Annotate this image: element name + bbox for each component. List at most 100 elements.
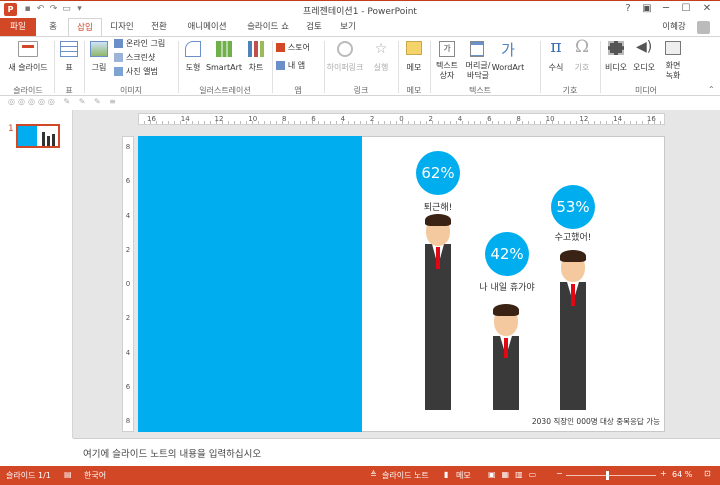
thumbnail-bar — [42, 132, 45, 146]
screenshot-button[interactable]: 스크린샷 — [114, 53, 176, 65]
user-name[interactable]: 이혜강 — [656, 18, 692, 36]
online-picture-button[interactable]: 온라인 그림 — [114, 39, 176, 51]
table-label: 표 — [65, 63, 73, 72]
header-footer-button[interactable]: 머리글/ 바닥글 — [462, 41, 494, 81]
ruler-tick-label: 2 — [428, 115, 433, 123]
tab-insert[interactable]: 삽입 — [68, 18, 102, 36]
smartart-button[interactable]: SmartArt — [206, 41, 242, 81]
ruler-tick-label: 4 — [340, 115, 346, 123]
notes-pane[interactable]: 여기에 슬라이드 노트의 내용을 입력하십시오 — [73, 438, 720, 465]
tie — [571, 284, 575, 306]
notes-placeholder[interactable]: 여기에 슬라이드 노트의 내용을 입력하십시오 — [83, 446, 261, 460]
hyperlink-button[interactable]: 하이퍼링크 — [326, 41, 364, 81]
ruler-tick-label: 4 — [457, 115, 463, 123]
close-icon[interactable]: ✕ — [697, 2, 717, 16]
group-symbols-label: 기호 — [562, 86, 578, 95]
percent-bubble-3[interactable]: 53% — [551, 185, 595, 229]
equation-button[interactable]: π 수식 — [544, 37, 568, 81]
tab-design[interactable]: 디자인 — [104, 18, 140, 36]
ruler-tick-label: 8 — [125, 143, 131, 151]
table-button[interactable]: 표 — [58, 41, 80, 81]
video-button[interactable]: 비디오 — [602, 41, 630, 81]
group-illustrations-label: 일러스트레이션 — [199, 86, 251, 95]
fit-to-window-icon[interactable]: ⊡ — [704, 469, 711, 478]
ruler-tick-label: 16 — [147, 115, 156, 123]
tab-slideshow[interactable]: 슬라이드 쇼 — [240, 18, 296, 36]
zoom-slider[interactable] — [566, 475, 656, 476]
star-icon: ☆ — [374, 41, 388, 57]
help-icon[interactable]: ? — [618, 2, 638, 16]
ribbon-tabs: 파일 홈 삽입 디자인 전환 애니메이션 슬라이드 쇼 검토 보기 이혜강 — [0, 18, 720, 36]
caption-1[interactable]: 퇴근해! — [398, 200, 478, 213]
shapes-label: 도형 — [185, 63, 201, 72]
notes-icon[interactable]: ≜ — [370, 470, 377, 479]
new-slide-button[interactable]: 새 슬라이드 — [6, 41, 50, 81]
ruler-tick-label: 16 — [646, 115, 656, 123]
ruler-tick-label: 4 — [125, 211, 131, 220]
smartart-icon — [216, 41, 232, 57]
tab-review[interactable]: 검토 — [300, 18, 328, 36]
ruler-tick-label: 2 — [125, 245, 131, 254]
shapes-button[interactable]: 도형 — [182, 41, 204, 81]
symbol-button[interactable]: Ω 기호 — [570, 37, 594, 81]
my-apps-button[interactable]: 내 앱 — [276, 61, 320, 73]
spellcheck-icon[interactable]: ▤ — [64, 470, 72, 479]
zoom-level[interactable]: 64 % — [672, 470, 692, 479]
separator — [178, 41, 179, 93]
wordart-button[interactable]: 가 WordArt — [492, 41, 524, 81]
ruler-tick-label: 0 — [399, 115, 404, 123]
comments-icon[interactable]: ▮ — [444, 470, 448, 479]
photo-album-icon — [114, 67, 123, 76]
tab-file[interactable]: 파일 — [0, 18, 36, 36]
store-button[interactable]: 스토어 — [276, 43, 320, 55]
comment-button[interactable]: 메모 — [402, 41, 426, 81]
screenshot-label: 스크린샷 — [125, 53, 156, 62]
textbox-icon: 가 — [439, 41, 455, 57]
screen-recording-button[interactable]: 화면 녹화 — [660, 41, 686, 85]
slide-counter[interactable]: 슬라이드 1/1 — [6, 470, 51, 481]
slide-blue-panel[interactable] — [138, 136, 362, 432]
horizontal-ruler: 16 14 12 10 8 6 4 2 0 2 4 6 8 10 12 14 16 — [138, 113, 665, 125]
person-figure-2[interactable] — [487, 294, 527, 410]
caption-2[interactable]: 나 내일 휴가야 — [470, 280, 544, 293]
slide-footnote[interactable]: 2030 직장인 000명 대상 중복응답 가능 — [500, 416, 660, 427]
zoom-in-icon[interactable]: + — [660, 469, 667, 478]
tab-view[interactable]: 보기 — [334, 18, 362, 36]
group-links-label: 링크 — [353, 86, 369, 95]
comment-label: 메모 — [406, 63, 422, 72]
person-figure-1[interactable] — [418, 214, 458, 410]
ruler-tick-label: 2 — [125, 314, 131, 323]
avatar[interactable] — [697, 21, 710, 34]
caption-3[interactable]: 수고했어! — [535, 230, 611, 243]
chart-button[interactable]: 차트 — [244, 41, 268, 81]
comments-toggle[interactable]: 메모 — [456, 470, 471, 481]
photo-album-label: 사진 앨범 — [125, 67, 158, 76]
ruler-tick-label: 0 — [125, 280, 131, 288]
format-painter-icons[interactable]: ◎◎◎◎◎ ✎ ✎ ✎ ≡ — [8, 97, 119, 106]
group-apps-label: 앱 — [294, 86, 302, 95]
tab-animations[interactable]: 애니메이션 — [180, 18, 234, 36]
picture-button[interactable]: 그림 — [88, 41, 110, 81]
person-figure-3[interactable] — [554, 246, 594, 410]
language-indicator[interactable]: 한국어 — [84, 470, 106, 481]
view-buttons[interactable]: ▣▦▥▭ — [488, 470, 542, 479]
photo-album-button[interactable]: 사진 앨범 — [114, 67, 176, 79]
zoom-out-icon[interactable]: − — [556, 469, 563, 478]
tab-home[interactable]: 홈 — [40, 18, 66, 36]
new-slide-label: 새 슬라이드 — [8, 63, 48, 72]
percent-bubble-1[interactable]: 62% — [416, 151, 460, 195]
collapse-ribbon-icon[interactable]: ⌃ — [708, 85, 715, 94]
notes-toggle[interactable]: 슬라이드 노트 — [382, 470, 429, 481]
ribbon-display-icon[interactable]: ▣ — [637, 2, 657, 16]
action-button[interactable]: ☆ 실행 — [366, 41, 396, 81]
zoom-slider-thumb[interactable] — [606, 471, 609, 480]
minimize-icon[interactable]: ─ — [656, 2, 676, 16]
group-comments-label: 메모 — [406, 86, 422, 95]
maximize-icon[interactable]: ☐ — [676, 2, 696, 16]
slide-thumbnail[interactable] — [16, 124, 60, 148]
textbox-button[interactable]: 가 텍스트 상자 — [432, 41, 462, 81]
tab-transitions[interactable]: 전환 — [144, 18, 174, 36]
percent-bubble-2[interactable]: 42% — [485, 232, 529, 276]
audio-button[interactable]: ◀) 오디오 — [630, 39, 658, 81]
shapes-icon — [185, 41, 201, 57]
